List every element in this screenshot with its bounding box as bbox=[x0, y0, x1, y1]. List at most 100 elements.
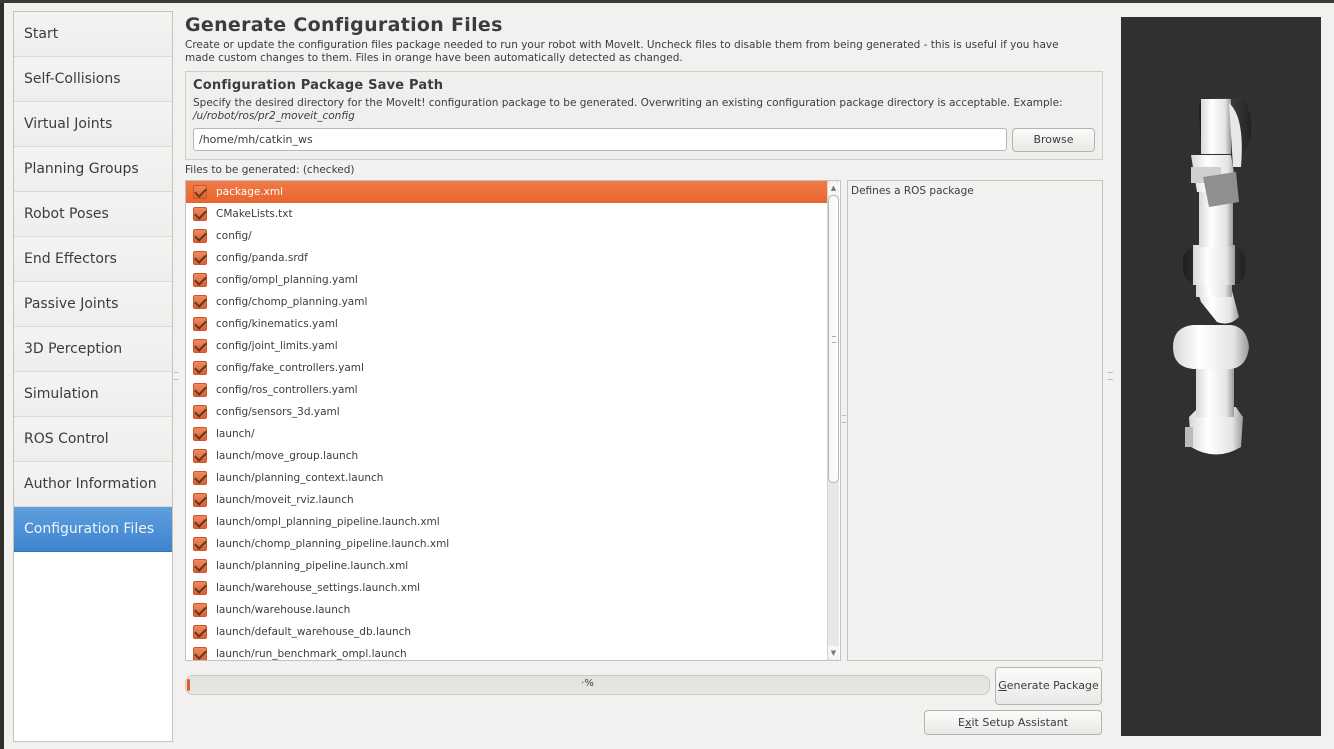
files-list: package.xml CMakeLists.txt config/config/p… bbox=[185, 180, 841, 661]
scrollbar-grip-icon bbox=[832, 336, 836, 343]
sidebar-item-robot-poses[interactable]: Robot Poses bbox=[14, 192, 172, 237]
progress-text: ·% bbox=[581, 678, 594, 689]
file-checkbox[interactable] bbox=[193, 559, 207, 573]
file-name: config/ bbox=[216, 230, 252, 242]
sidebar-nav: Start Self-Collisions Virtual Joints Pla… bbox=[13, 11, 173, 742]
file-name: config/joint_limits.yaml bbox=[216, 340, 338, 352]
sidebar-item-configuration-files[interactable]: Configuration Files bbox=[14, 507, 172, 552]
sidebar-item-simulation[interactable]: Simulation bbox=[14, 372, 172, 417]
file-checkbox[interactable] bbox=[193, 317, 207, 331]
file-list-item[interactable]: launch/default_warehouse_db.launch bbox=[186, 621, 828, 643]
file-checkbox[interactable] bbox=[193, 515, 207, 529]
file-list-item[interactable]: launch/warehouse_settings.launch.xml bbox=[186, 577, 828, 599]
save-path-description-text: Specify the desired directory for the Mo… bbox=[193, 97, 1063, 109]
file-list-item[interactable]: launch/run_benchmark_ompl.launch bbox=[186, 643, 828, 660]
file-list-item[interactable]: config/kinematics.yaml bbox=[186, 313, 828, 335]
file-checkbox[interactable] bbox=[193, 427, 207, 441]
window-top-bar bbox=[0, 0, 1334, 3]
file-list-item[interactable]: config/ompl_planning.yaml bbox=[186, 269, 828, 291]
scroll-down-arrow-icon[interactable]: ▼ bbox=[828, 646, 839, 660]
file-name: launch/warehouse.launch bbox=[216, 604, 351, 616]
file-checkbox[interactable] bbox=[193, 207, 207, 221]
file-checkbox[interactable] bbox=[193, 405, 207, 419]
file-name: config/kinematics.yaml bbox=[216, 318, 338, 330]
file-list-item[interactable]: config/joint_limits.yaml bbox=[186, 335, 828, 357]
sidebar-item-3d-perception[interactable]: 3D Perception bbox=[14, 327, 172, 372]
file-name: launch/ bbox=[216, 428, 255, 440]
sidebar-item-ros-control[interactable]: ROS Control bbox=[14, 417, 172, 462]
file-name: launch/move_group.launch bbox=[216, 450, 359, 462]
sidebar-item-start[interactable]: Start bbox=[14, 12, 172, 57]
file-checkbox[interactable] bbox=[193, 581, 207, 595]
robot-3d-viewport[interactable] bbox=[1121, 17, 1321, 736]
file-list-item[interactable]: config/ bbox=[186, 225, 828, 247]
scroll-up-arrow-icon[interactable]: ▲ bbox=[828, 181, 839, 195]
file-list-item[interactable]: package.xml bbox=[186, 181, 828, 203]
exit-label: it Setup Assistant bbox=[971, 716, 1068, 729]
file-list-item[interactable]: launch/planning_pipeline.launch.xml bbox=[186, 555, 828, 577]
sidebar-splitter-handle[interactable] bbox=[174, 372, 178, 380]
file-name: launch/ompl_planning_pipeline.launch.xml bbox=[216, 516, 440, 528]
file-list-item[interactable]: config/fake_controllers.yaml bbox=[186, 357, 828, 379]
file-checkbox[interactable] bbox=[193, 603, 207, 617]
window-left-edge bbox=[0, 3, 4, 749]
sidebar-item-end-effectors[interactable]: End Effectors bbox=[14, 237, 172, 282]
scrollbar-thumb[interactable] bbox=[828, 195, 839, 483]
file-list-item[interactable]: launch/moveit_rviz.launch bbox=[186, 489, 828, 511]
file-list-item[interactable]: config/chomp_planning.yaml bbox=[186, 291, 828, 313]
file-name: launch/run_benchmark_ompl.launch bbox=[216, 648, 407, 660]
generate-mnemonic: G bbox=[998, 679, 1007, 692]
file-checkbox[interactable] bbox=[193, 295, 207, 309]
file-list-item[interactable]: launch/ bbox=[186, 423, 828, 445]
exit-setup-assistant-button[interactable]: Exit Setup Assistant bbox=[924, 710, 1102, 735]
files-splitter-handle[interactable] bbox=[842, 415, 846, 423]
file-list-item[interactable]: launch/warehouse.launch bbox=[186, 599, 828, 621]
file-checkbox[interactable] bbox=[193, 383, 207, 397]
file-list-item[interactable]: CMakeLists.txt bbox=[186, 203, 828, 225]
file-checkbox[interactable] bbox=[193, 361, 207, 375]
file-name: config/ompl_planning.yaml bbox=[216, 274, 358, 286]
sidebar-item-self-collisions[interactable]: Self-Collisions bbox=[14, 57, 172, 102]
file-name: launch/moveit_rviz.launch bbox=[216, 494, 354, 506]
browse-button[interactable]: Browse bbox=[1012, 128, 1095, 152]
file-name: launch/planning_pipeline.launch.xml bbox=[216, 560, 409, 572]
file-checkbox[interactable] bbox=[193, 229, 207, 243]
sidebar-item-virtual-joints[interactable]: Virtual Joints bbox=[14, 102, 172, 147]
file-checkbox[interactable] bbox=[193, 273, 207, 287]
file-list-item[interactable]: config/ros_controllers.yaml bbox=[186, 379, 828, 401]
save-path-example: /u/robot/ros/pr2_moveit_config bbox=[193, 110, 355, 122]
save-path-input[interactable] bbox=[193, 128, 1007, 151]
sidebar-item-planning-groups[interactable]: Planning Groups bbox=[14, 147, 172, 192]
file-name: launch/planning_context.launch bbox=[216, 472, 384, 484]
file-list-item[interactable]: config/panda.srdf bbox=[186, 247, 828, 269]
generation-progress-bar: ·% bbox=[185, 675, 990, 695]
file-list-item[interactable]: launch/move_group.launch bbox=[186, 445, 828, 467]
file-checkbox[interactable] bbox=[193, 537, 207, 551]
sidebar-item-author-information[interactable]: Author Information bbox=[14, 462, 172, 507]
exit-label-start: E bbox=[958, 716, 965, 729]
files-list-scrollbar[interactable]: ▲ ▼ bbox=[827, 181, 839, 660]
file-name: package.xml bbox=[216, 186, 284, 198]
file-checkbox[interactable] bbox=[193, 449, 207, 463]
files-list-label: Files to be generated: (checked) bbox=[185, 164, 355, 176]
file-checkbox[interactable] bbox=[193, 625, 207, 639]
file-name: config/fake_controllers.yaml bbox=[216, 362, 364, 374]
file-list-item[interactable]: config/sensors_3d.yaml bbox=[186, 401, 828, 423]
sidebar-item-passive-joints[interactable]: Passive Joints bbox=[14, 282, 172, 327]
file-name: launch/default_warehouse_db.launch bbox=[216, 626, 412, 638]
generate-label: enerate Package bbox=[1006, 679, 1099, 692]
robot-arm-icon bbox=[1173, 97, 1252, 455]
file-list-item[interactable]: launch/chomp_planning_pipeline.launch.xm… bbox=[186, 533, 828, 555]
file-list-item[interactable]: launch/ompl_planning_pipeline.launch.xml bbox=[186, 511, 828, 533]
save-path-title: Configuration Package Save Path bbox=[193, 78, 444, 93]
file-checkbox[interactable] bbox=[193, 251, 207, 265]
file-checkbox[interactable] bbox=[193, 339, 207, 353]
generate-package-button[interactable]: Generate Package bbox=[995, 667, 1102, 705]
page-header: Generate Configuration Files Create or u… bbox=[185, 14, 1105, 65]
file-checkbox[interactable] bbox=[193, 185, 207, 199]
file-checkbox[interactable] bbox=[193, 493, 207, 507]
viewport-splitter-handle[interactable] bbox=[1108, 372, 1113, 380]
file-checkbox[interactable] bbox=[193, 471, 207, 485]
file-list-item[interactable]: launch/planning_context.launch bbox=[186, 467, 828, 489]
file-checkbox[interactable] bbox=[193, 647, 207, 660]
